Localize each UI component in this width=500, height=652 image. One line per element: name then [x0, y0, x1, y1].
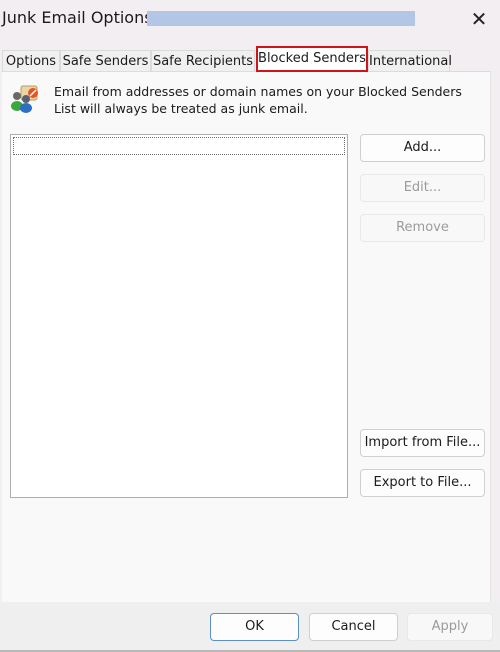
- redacted-account-name: [147, 11, 415, 26]
- dialog-footer: OK Cancel Apply: [0, 602, 500, 652]
- tab-safe-senders[interactable]: Safe Senders: [60, 50, 151, 71]
- ok-button[interactable]: OK: [210, 613, 299, 641]
- title-bar: Junk Email Options - ✕: [0, 0, 500, 40]
- cancel-button[interactable]: Cancel: [309, 613, 398, 641]
- blocked-senders-icon: [11, 85, 38, 113]
- blocked-senders-list[interactable]: [10, 134, 348, 498]
- export-to-file-button[interactable]: Export to File...: [360, 469, 485, 497]
- tab-safe-recipients[interactable]: Safe Recipients: [151, 50, 255, 71]
- blocked-senders-panel: Email from addresses or domain names on …: [2, 71, 491, 602]
- tab-blocked-senders[interactable]: Blocked Senders: [256, 46, 368, 72]
- apply-button[interactable]: Apply: [407, 613, 493, 641]
- edit-button[interactable]: Edit...: [360, 174, 485, 202]
- add-button[interactable]: Add...: [360, 134, 485, 162]
- tab-options[interactable]: Options: [2, 50, 60, 71]
- window-title: Junk Email Options -: [2, 8, 164, 27]
- close-icon[interactable]: ✕: [466, 6, 492, 32]
- list-focus-rect: [13, 137, 345, 155]
- tab-international[interactable]: International: [368, 50, 452, 71]
- remove-button[interactable]: Remove: [360, 214, 485, 242]
- description-text: Email from addresses or domain names on …: [54, 84, 462, 116]
- import-from-file-button[interactable]: Import from File...: [360, 429, 485, 457]
